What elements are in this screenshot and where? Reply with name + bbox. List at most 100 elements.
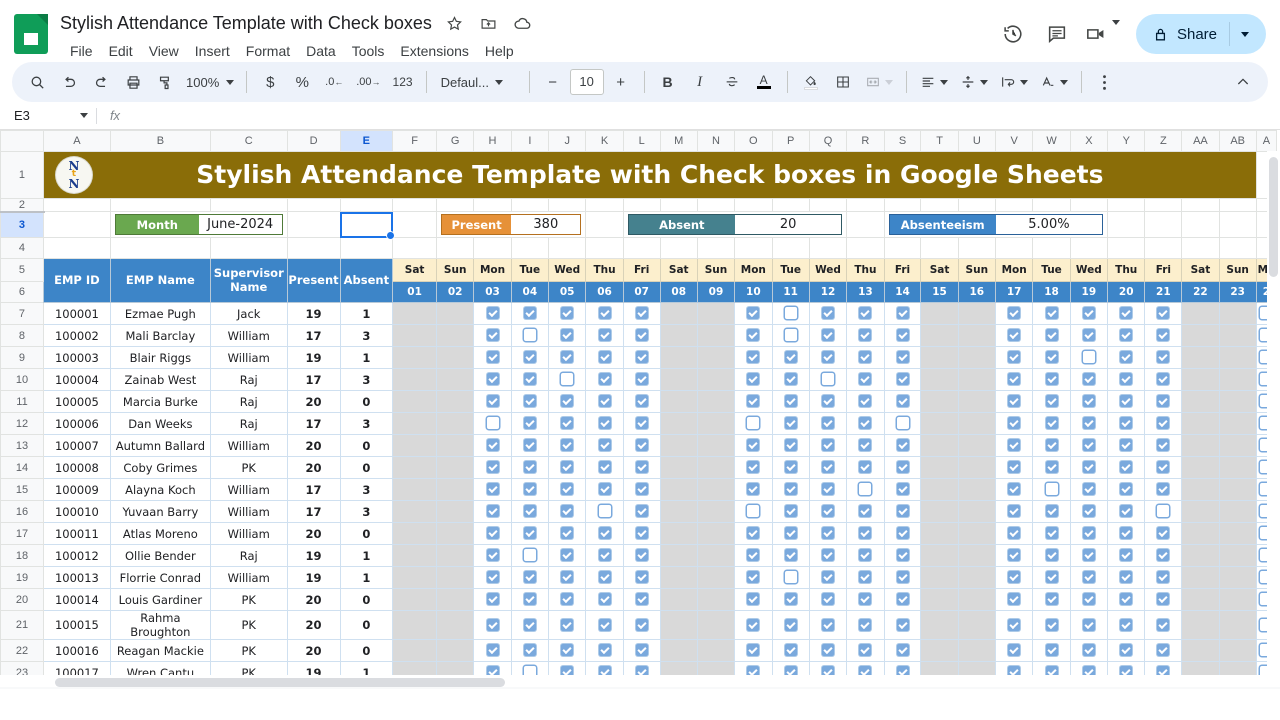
cell-weekend[interactable] <box>920 368 959 391</box>
select-all-corner[interactable] <box>0 130 44 152</box>
attendance-checkbox-cell[interactable] <box>883 456 922 479</box>
cell-weekend[interactable] <box>920 566 959 589</box>
cell-g3-present[interactable]: Present 380 <box>436 211 587 238</box>
checkbox-checked[interactable] <box>635 644 648 657</box>
menu-help[interactable]: Help <box>477 40 522 62</box>
checkbox-checked[interactable] <box>561 571 574 584</box>
checkbox-checked[interactable] <box>1008 351 1021 364</box>
cell-absent[interactable]: 1 <box>339 544 394 567</box>
cell-weekend[interactable] <box>436 324 475 347</box>
checkbox-checked[interactable] <box>747 373 760 386</box>
checkbox-checked[interactable] <box>1045 618 1058 631</box>
attendance-checkbox-cell[interactable] <box>734 478 773 501</box>
checkbox-checked[interactable] <box>486 373 499 386</box>
day-header-09[interactable]: Sun <box>696 258 736 282</box>
attendance-checkbox-cell[interactable] <box>585 368 624 391</box>
version-history-icon[interactable] <box>993 14 1033 54</box>
attendance-checkbox-cell[interactable] <box>1107 390 1146 413</box>
checkbox-checked[interactable] <box>1157 593 1170 606</box>
cell-emp-id[interactable]: 100010 <box>42 500 111 523</box>
cell-weekend[interactable] <box>659 522 698 545</box>
attendance-checkbox-cell[interactable] <box>1069 434 1109 457</box>
date-header-13[interactable]: 13 <box>846 281 885 303</box>
column-header-a[interactable]: A <box>1255 130 1278 152</box>
date-header-04[interactable]: 04 <box>510 281 549 303</box>
text-color-button[interactable]: A <box>749 67 779 97</box>
attendance-checkbox-cell[interactable] <box>771 522 810 545</box>
cell-weekend[interactable] <box>957 610 996 640</box>
checkbox-checked[interactable] <box>784 373 797 386</box>
cell-weekend[interactable] <box>659 302 698 325</box>
cell-weekend[interactable] <box>392 412 438 435</box>
day-header-08[interactable]: Sat <box>659 258 698 282</box>
attendance-checkbox-cell[interactable] <box>734 434 773 457</box>
cell-absent[interactable]: 3 <box>339 368 394 391</box>
cell-empty[interactable] <box>510 237 549 259</box>
checkbox-checked[interactable] <box>1157 307 1170 320</box>
attendance-checkbox-cell[interactable] <box>1069 639 1109 662</box>
row-header-7[interactable]: 7 <box>0 302 44 325</box>
checkbox-checked[interactable] <box>635 461 648 474</box>
attendance-checkbox-cell[interactable] <box>846 434 885 457</box>
cell-weekend[interactable] <box>1181 500 1220 523</box>
cell-weekend[interactable] <box>696 588 736 611</box>
cell-emp-name[interactable]: Alayna Koch <box>109 478 211 501</box>
checkbox-unchecked[interactable] <box>822 373 834 386</box>
cell-weekend[interactable] <box>1181 639 1220 662</box>
attendance-checkbox-cell[interactable] <box>1144 456 1183 479</box>
attendance-checkbox-cell[interactable] <box>473 456 512 479</box>
attendance-checkbox-cell[interactable] <box>510 412 549 435</box>
row-header-6[interactable]: 6 <box>0 281 44 303</box>
cell-emp-id[interactable]: 100012 <box>42 544 111 567</box>
attendance-checkbox-cell[interactable] <box>622 346 661 369</box>
attendance-checkbox-cell[interactable] <box>585 610 624 640</box>
attendance-checkbox-cell[interactable] <box>1107 434 1146 457</box>
checkbox-checked[interactable] <box>635 329 648 342</box>
cell-present[interactable]: 20 <box>286 610 341 640</box>
attendance-checkbox-cell[interactable] <box>734 346 773 369</box>
attendance-checkbox-cell[interactable] <box>994 390 1034 413</box>
cell-supervisor[interactable]: William <box>209 500 288 523</box>
cell-present[interactable]: 19 <box>286 302 341 325</box>
attendance-checkbox-cell[interactable] <box>510 346 549 369</box>
cell-emp-name[interactable]: Blair Riggs <box>109 346 211 369</box>
cell-weekend[interactable] <box>392 639 438 662</box>
cell-b3-month[interactable]: Month June-2024 <box>109 211 288 238</box>
date-header-12[interactable]: 12 <box>808 281 848 303</box>
cell-weekend[interactable] <box>957 522 996 545</box>
attendance-checkbox-cell[interactable] <box>585 588 624 611</box>
checkbox-checked[interactable] <box>1082 461 1095 474</box>
attendance-checkbox-cell[interactable] <box>547 368 587 391</box>
checkbox-checked[interactable] <box>859 527 872 540</box>
borders-icon[interactable] <box>828 67 858 97</box>
checkbox-unchecked[interactable] <box>486 417 499 430</box>
cell-weekend[interactable] <box>659 566 698 589</box>
attendance-checkbox-cell[interactable] <box>1144 390 1183 413</box>
attendance-checkbox-cell[interactable] <box>1144 302 1183 325</box>
cell-present[interactable]: 17 <box>286 368 341 391</box>
cell-weekend[interactable] <box>920 324 959 347</box>
attendance-checkbox-cell[interactable] <box>1107 456 1146 479</box>
attendance-checkbox-cell[interactable] <box>846 302 885 325</box>
attendance-checkbox-cell[interactable] <box>622 368 661 391</box>
attendance-checkbox-cell[interactable] <box>808 522 848 545</box>
checkbox-checked[interactable] <box>1045 571 1058 584</box>
checkbox-unchecked[interactable] <box>1157 505 1170 518</box>
attendance-checkbox-cell[interactable] <box>510 368 549 391</box>
cell-absent[interactable]: 0 <box>339 588 394 611</box>
cell-weekend[interactable] <box>436 610 475 640</box>
table-header-emp-name[interactable]: EMP Name <box>109 258 211 303</box>
attendance-checkbox-cell[interactable] <box>1032 639 1071 662</box>
checkbox-checked[interactable] <box>486 439 499 452</box>
checkbox-checked[interactable] <box>1045 373 1058 386</box>
checkbox-checked[interactable] <box>1157 395 1170 408</box>
checkbox-checked[interactable] <box>486 618 499 631</box>
attendance-checkbox-cell[interactable] <box>1069 522 1109 545</box>
cell-absent[interactable]: 0 <box>339 434 394 457</box>
checkbox-unchecked[interactable] <box>784 329 797 342</box>
cell-weekend[interactable] <box>1218 588 1257 611</box>
attendance-checkbox-cell[interactable] <box>585 456 624 479</box>
percent-format-button[interactable]: % <box>287 67 317 97</box>
day-header-12[interactable]: Wed <box>808 258 848 282</box>
checkbox-checked[interactable] <box>747 549 760 562</box>
